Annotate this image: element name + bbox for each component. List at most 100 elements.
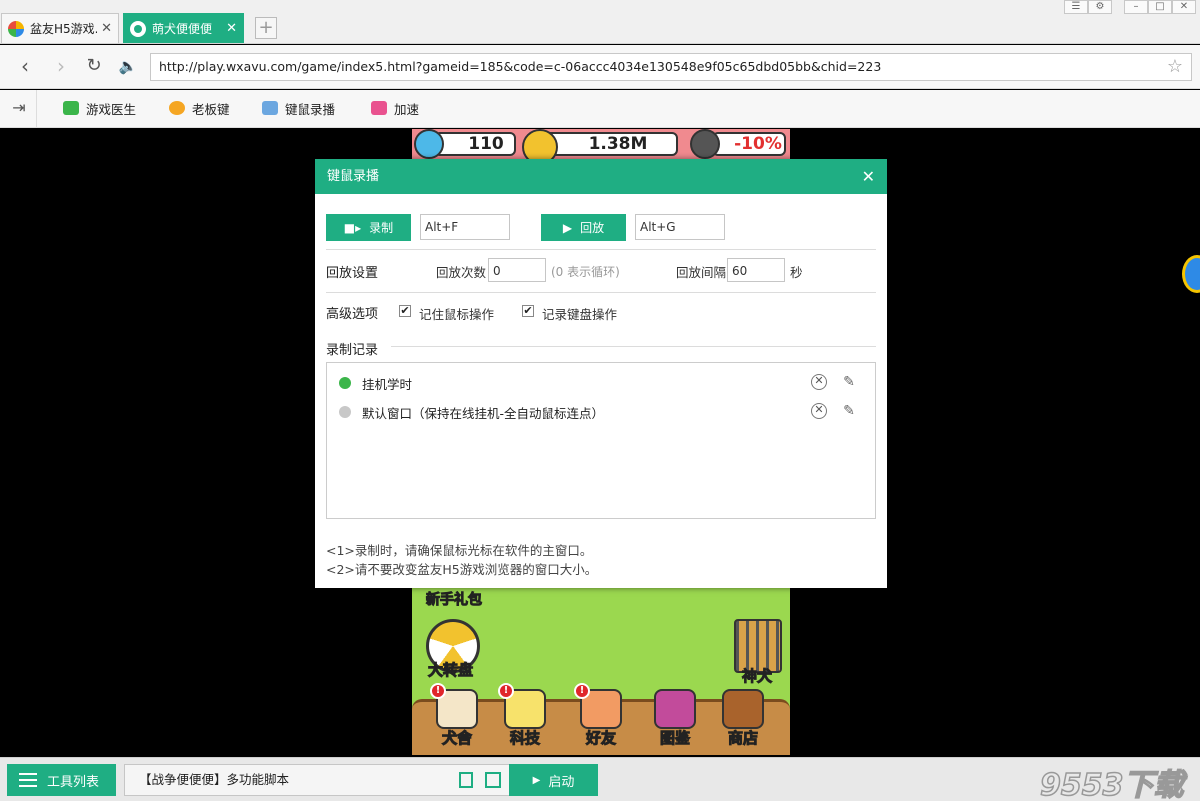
tech-button[interactable]: ! 科技 [496,683,554,749]
gem-icon [414,129,444,159]
playback-button-label: 回放 [580,221,605,235]
playback-interval-label: 回放间隔 [676,265,727,280]
mute-icon[interactable]: 🔈 [115,53,141,79]
newbie-gift-label[interactable]: 新手礼包 [426,589,483,609]
mouse-option-checkbox[interactable]: ✔ [399,305,411,317]
kennel-button[interactable]: ! 犬舍 [428,683,486,749]
window-menu-controls: ☰ ⚙ [1064,0,1112,14]
url-input[interactable]: http://play.wxavu.com/game/index5.html?g… [150,53,1192,81]
dialog-title-bar: 键鼠录播 ✕ [315,159,887,194]
toolbar-boss-key[interactable]: 老板键 [169,98,230,118]
divine-dog-label[interactable]: 神犬 [741,665,772,686]
play-icon: ▶ [562,220,573,235]
key-mouse-record-dialog: 键鼠录播 ✕ ■▸ 录制 Alt+F ▶ 回放 Alt+G 回放设置 回放次数 … [315,159,887,588]
settings-icon[interactable]: ⚙ [1088,0,1112,14]
record-row[interactable]: 默认窗口（保持在线挂机-全自动鼠标连点） ✕ ✎ [327,400,875,424]
shop-button[interactable]: 商店 [714,689,772,749]
inactive-dot-icon [339,406,351,418]
note-line: <2>请不要改变盆友H5游戏浏览器的窗口大小。 [326,562,598,577]
toolbar-label: 游戏医生 [86,101,137,117]
game-logo-icon [130,20,146,37]
record-hotkey-input[interactable]: Alt+F [420,214,510,240]
edit-icon[interactable]: ✎ [841,374,857,390]
playback-hotkey-value: Alt+G [640,220,676,234]
gamepad-icon [371,101,387,115]
close-window-icon[interactable]: ✕ [1172,0,1196,14]
playback-interval-input[interactable]: 60 [727,258,785,282]
medical-kit-icon [63,101,79,115]
edit-icon[interactable]: ✎ [841,403,857,419]
button-label: 犬舍 [441,729,472,748]
tool-bar: ⇥ 游戏医生 老板键 键鼠录播 加速 [0,90,1200,128]
records-label: 录制记录 [326,343,379,358]
button-label: 好友 [585,729,616,748]
record-button-label: 录制 [369,221,394,235]
pengyou-logo-icon [8,20,24,37]
button-label: 科技 [509,729,540,748]
tool-list-label: 工具列表 [47,774,100,790]
tool-list-button[interactable]: 工具列表 [7,764,116,796]
script-name: 【战争便便便】多功能脚本 [139,772,290,787]
script-selector[interactable]: 【战争便便便】多功能脚本 [124,764,510,796]
treasure-chest-icon [722,689,764,729]
close-icon[interactable]: ✕ [862,159,875,194]
delete-icon[interactable]: ✕ [811,403,827,419]
window-icon[interactable] [485,772,501,788]
playback-count-hint: (0 表示循环) [551,265,620,279]
dialog-title: 键鼠录播 [327,169,380,184]
tab-mengquan[interactable]: 萌犬便便便 ✕ [123,13,244,43]
note-line: <1>录制时，请确保鼠标光标在软件的主窗口。 [326,543,593,558]
playback-hotkey-input[interactable]: Alt+G [635,214,725,240]
watermark-logo: 9553下载 [1039,767,1184,801]
bookmark-star-icon[interactable]: ☆ [1167,54,1183,80]
close-icon[interactable]: ✕ [226,21,237,36]
bonus-value: -10% [734,134,782,154]
collection-button[interactable]: 图鉴 [646,689,704,749]
menu-icon[interactable]: ☰ [1064,0,1088,14]
playback-count-input[interactable]: 0 [488,258,546,282]
minimize-icon[interactable]: – [1124,0,1148,14]
friends-button[interactable]: ! 好友 [572,683,630,749]
keyboard-icon [262,101,278,115]
floating-assistant-icon[interactable] [1182,255,1200,293]
forward-icon[interactable]: › [48,53,74,79]
window-controls: – □ ✕ [1124,0,1196,14]
button-label: 商店 [727,729,758,748]
seconds-unit-label: 秒 [790,265,803,280]
close-icon[interactable]: ✕ [101,21,112,36]
record-row[interactable]: 挂机学时 ✕ ✎ [327,371,875,395]
document-icon[interactable] [459,772,473,788]
back-icon[interactable]: ‹ [12,53,38,79]
record-button[interactable]: ■▸ 录制 [326,214,411,241]
playback-interval-value: 60 [732,264,748,278]
start-label: 启动 [548,774,575,790]
mouse-option-label: 记住鼠标操作 [419,307,495,322]
new-tab-button[interactable]: + [255,17,277,39]
record-name: 默认窗口（保持在线挂机-全自动鼠标连点） [362,406,605,421]
alert-icon: ! [574,683,590,699]
start-button[interactable]: ▶ 启动 [509,764,598,796]
play-icon: ▶ [532,774,541,786]
tab-pengyou-h5[interactable]: 盆友H5游戏... ✕ [1,13,119,43]
toolbar-key-mouse-record[interactable]: 键鼠录播 [262,98,335,118]
playback-button[interactable]: ▶ 回放 [541,214,626,241]
refresh-icon[interactable]: ↻ [81,53,107,79]
playback-settings-label: 回放设置 [326,266,379,281]
alert-icon: ! [498,683,514,699]
toolbar-accelerate[interactable]: 加速 [371,98,419,118]
playback-count-label: 回放次数 [436,265,487,280]
lucky-wheel-label[interactable]: 大转盘 [427,659,473,680]
video-camera-icon: ■▸ [343,220,362,235]
divider [326,292,876,293]
toolbar-label: 加速 [394,101,420,117]
toolbar-label: 老板键 [192,101,230,117]
keyboard-option-checkbox[interactable]: ✔ [522,305,534,317]
toolbar-game-doctor[interactable]: 游戏医生 [63,98,136,118]
tab-label: 萌犬便便便 [152,22,213,36]
gem-counter: 110 [434,132,516,156]
eye-icon [169,101,185,115]
maximize-icon[interactable]: □ [1148,0,1172,14]
sidebar-toggle-icon[interactable]: ⇥ [6,95,32,121]
delete-icon[interactable]: ✕ [811,374,827,390]
playback-count-value: 0 [493,264,501,278]
